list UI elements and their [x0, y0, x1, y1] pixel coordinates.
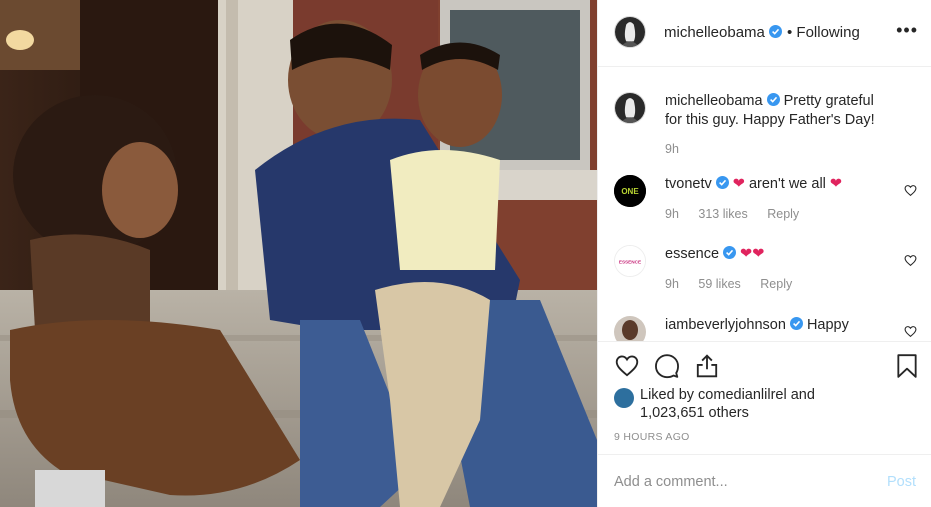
add-comment-bar: Post	[598, 454, 931, 507]
author-username-text[interactable]: michelleobama	[664, 24, 765, 41]
essence-logo: ESSENCE	[615, 246, 645, 276]
comment-username[interactable]: tvonetv	[665, 176, 712, 192]
verified-icon	[715, 176, 729, 189]
action-bar	[598, 341, 931, 381]
liker-avatar[interactable]	[614, 388, 634, 408]
comment-time[interactable]: 9h	[665, 277, 679, 291]
comment-avatar[interactable]	[614, 316, 646, 341]
comment-text-block: iambeverlyjohnson Happy	[665, 316, 887, 335]
post-comment-button[interactable]: Post	[887, 474, 916, 490]
heart-icon[interactable]	[614, 353, 640, 379]
red-heart-emoji: ❤	[732, 176, 745, 192]
comment-icon[interactable]	[654, 353, 680, 379]
comment-text-block: essence ❤❤	[665, 245, 887, 264]
author-avatar-image	[615, 17, 645, 47]
comment-like-heart-icon[interactable]	[904, 254, 917, 267]
comments-list: michelleobama Pretty grateful for this g…	[598, 67, 931, 341]
caption-username[interactable]: michelleobama	[665, 93, 763, 109]
author-avatar[interactable]	[614, 16, 646, 48]
caption-time[interactable]: 9h	[665, 142, 679, 156]
caption-avatar[interactable]	[614, 92, 646, 124]
comment-username[interactable]: iambeverlyjohnson	[665, 317, 786, 333]
comment-username[interactable]: essence	[665, 246, 719, 262]
comment-meta: 9h 313 likes Reply	[665, 207, 815, 221]
tvone-logo: ONE	[614, 175, 646, 207]
caption-avatar-image	[615, 93, 645, 123]
comment-like-heart-icon[interactable]	[904, 184, 917, 197]
red-heart-emoji: ❤❤	[740, 246, 765, 262]
likes-text: Liked by comedianlilrel and 1,023,651 ot…	[640, 386, 880, 422]
verified-icon	[768, 25, 782, 38]
comment-likes[interactable]: 59 likes	[698, 277, 740, 291]
comment-avatar[interactable]: ONE	[614, 175, 646, 207]
bookmark-icon[interactable]	[894, 353, 920, 379]
likes-suffix: and	[786, 387, 815, 403]
caption: michelleobama Pretty grateful for this g…	[614, 92, 918, 162]
comment-like-heart-icon[interactable]	[904, 325, 917, 338]
post-photo[interactable]	[0, 0, 597, 507]
verified-icon	[789, 317, 803, 330]
red-heart-emoji: ❤	[829, 176, 843, 192]
beverly-avatar-image	[614, 316, 646, 341]
comment-reply[interactable]: Reply	[767, 207, 799, 221]
post-header: michelleobama • Following •••	[598, 0, 931, 67]
post-timestamp[interactable]: 9 HOURS AGO	[614, 431, 690, 443]
likes-prefix: Liked by	[640, 387, 699, 403]
svg-text:ESSENCE: ESSENCE	[619, 259, 641, 264]
liker-username[interactable]: comedianlilrel	[698, 387, 787, 403]
author-username[interactable]: michelleobama	[664, 24, 782, 41]
comment-likes[interactable]: 313 likes	[698, 207, 747, 221]
comment-item: ONE tvonetv ❤ aren't we all ❤ 9h 313 lik…	[614, 175, 918, 227]
verified-icon	[766, 93, 780, 106]
comment-text: aren't we all	[744, 176, 830, 192]
more-icon[interactable]: •••	[896, 20, 918, 41]
comment-item: ESSENCE essence ❤❤ 9h 59 likes Reply	[614, 245, 918, 297]
comment-time[interactable]: 9h	[665, 207, 679, 221]
caption-meta: 9h	[665, 142, 695, 156]
comment-meta: 9h 59 likes Reply	[665, 277, 808, 291]
likes-others-count[interactable]: 1,023,651 others	[640, 405, 749, 421]
comment-item: iambeverlyjohnson Happy	[614, 316, 918, 341]
post-sidebar: michelleobama • Following ••• michelleob…	[597, 0, 931, 507]
share-icon[interactable]	[694, 353, 720, 379]
post-image	[0, 0, 597, 507]
following-status[interactable]: • Following	[787, 24, 860, 41]
comment-text-block: tvonetv ❤ aren't we all ❤	[665, 175, 887, 194]
comment-text: Happy	[806, 317, 849, 333]
comment-input[interactable]	[614, 471, 874, 493]
svg-text:ONE: ONE	[621, 187, 639, 196]
comment-reply[interactable]: Reply	[760, 277, 792, 291]
caption-text-block: michelleobama Pretty grateful for this g…	[665, 92, 887, 130]
verified-icon	[723, 246, 737, 259]
comment-avatar[interactable]: ESSENCE	[614, 245, 646, 277]
